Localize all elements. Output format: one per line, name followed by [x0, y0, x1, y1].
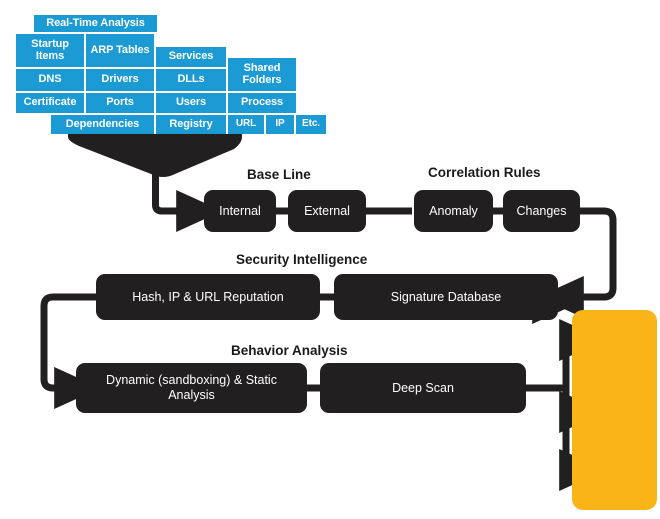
box-signature-database[interactable]: Signature Database: [334, 274, 558, 320]
tile-real-time-analysis: Real-Time Analysis: [33, 14, 158, 33]
verdict-output-panel: [572, 310, 657, 510]
caption-base-line: Base Line: [247, 167, 311, 182]
box-internal[interactable]: Internal: [204, 190, 276, 232]
tile-process: Process: [227, 92, 297, 114]
tile-ip: IP: [265, 114, 295, 135]
wire-funnel-to-baseline: [152, 190, 223, 232]
caption-behavior-analysis: Behavior Analysis: [231, 343, 348, 358]
tile-etc: Etc.: [295, 114, 327, 135]
tile-startup-items: Startup Items: [15, 33, 85, 68]
box-dynamic-static-analysis[interactable]: Dynamic (sandboxing) & Static Analysis: [76, 363, 307, 413]
tile-services: Services: [155, 46, 227, 68]
box-anomaly[interactable]: Anomaly: [414, 190, 493, 232]
tile-registry: Registry: [155, 114, 227, 135]
tile-ports: Ports: [85, 92, 155, 114]
tile-dlls: DLLs: [155, 68, 227, 92]
tile-users: Users: [155, 92, 227, 114]
box-hash-ip-url-reputation[interactable]: Hash, IP & URL Reputation: [96, 274, 320, 320]
tile-dns: DNS: [15, 68, 85, 92]
tile-dependencies: Dependencies: [50, 114, 155, 135]
caption-correlation-rules: Correlation Rules: [428, 165, 541, 180]
tile-certificate: Certificate: [15, 92, 85, 114]
box-deep-scan[interactable]: Deep Scan: [320, 363, 526, 413]
tile-arp-tables: ARP Tables: [85, 33, 155, 68]
tile-url: URL: [227, 114, 265, 135]
caption-security-intelligence: Security Intelligence: [236, 252, 368, 267]
security-analysis-flow-diagram: Real-Time Analysis Startup Items ARP Tab…: [0, 0, 660, 519]
box-external[interactable]: External: [288, 190, 366, 232]
tile-shared-folders: Shared Folders: [227, 57, 297, 92]
box-changes[interactable]: Changes: [503, 190, 580, 232]
tile-drivers: Drivers: [85, 68, 155, 92]
